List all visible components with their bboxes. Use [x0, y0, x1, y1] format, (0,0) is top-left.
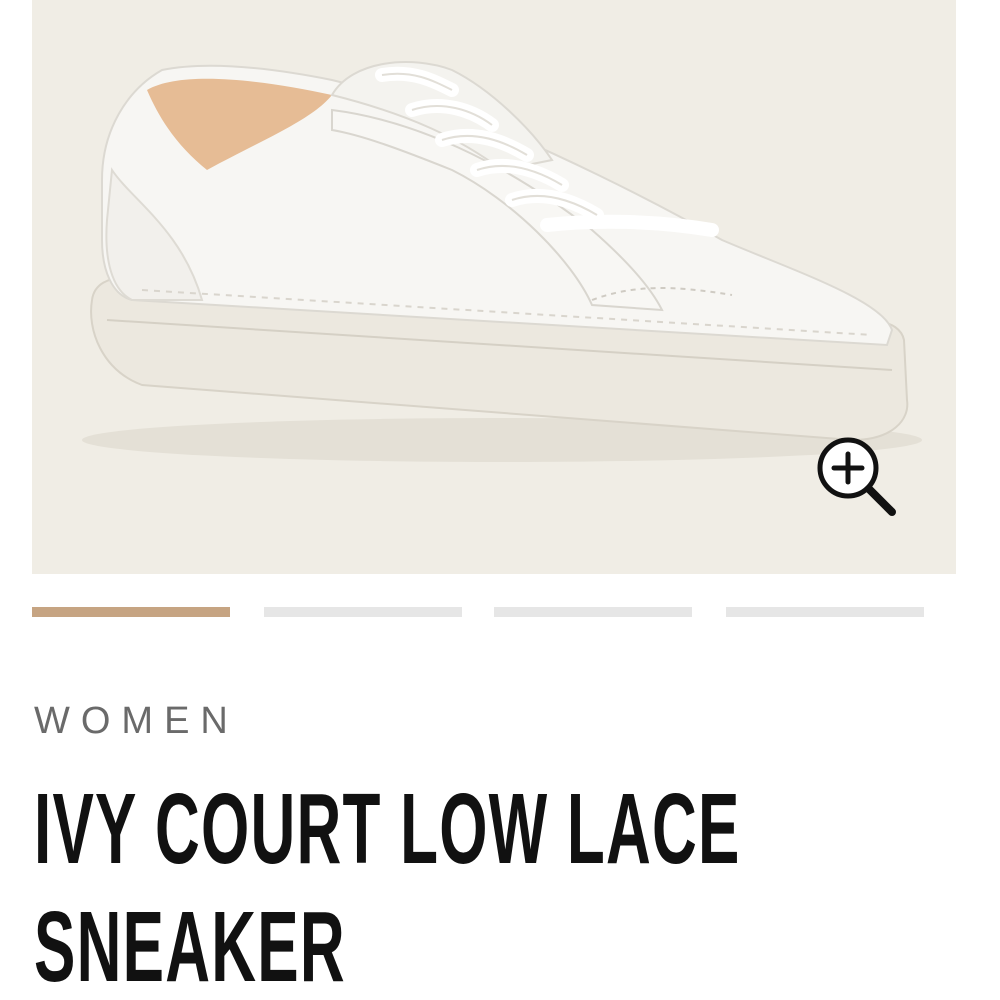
carousel-indicator-2[interactable]	[264, 607, 462, 617]
carousel-indicator-4[interactable]	[726, 607, 924, 617]
zoom-in-icon	[817, 437, 896, 516]
product-image[interactable]	[32, 0, 956, 574]
product-category: WOMEN	[34, 700, 239, 742]
image-carousel-indicators	[32, 607, 924, 617]
zoom-button[interactable]	[812, 432, 904, 524]
carousel-indicator-1[interactable]	[32, 607, 230, 617]
product-title: IVY COURT LOW LACE SNEAKER	[34, 773, 741, 1000]
carousel-indicator-3[interactable]	[494, 607, 692, 617]
